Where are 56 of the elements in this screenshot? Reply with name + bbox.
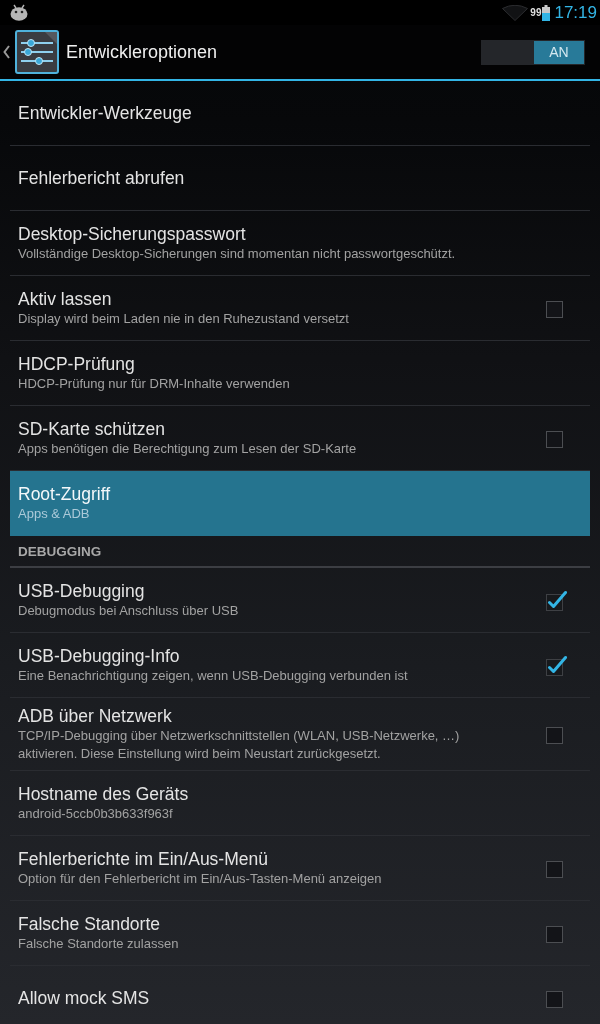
row-summary: TCP/IP-Debugging über Netzwerkschnittstellen (WLAN, USB-Netzwerke, …) aktivieren. Diese Einstellung wird beim Neustart zurückgesetzt. [18,727,461,763]
row-title: SD-Karte schützen [18,418,166,440]
row-summary: android-5ccb0b3b633f963f [18,805,174,823]
checkbox[interactable] [545,654,567,676]
toggle-switch[interactable]: AN [481,39,585,65]
row-title: Entwickler-Werkzeuge [18,102,193,124]
settings-row[interactable]: USB-Debugging Debugmodus bei Anschluss über USB [10,568,590,633]
settings-row[interactable]: Allow mock SMS [10,966,590,1024]
row-title: USB-Debugging [18,580,146,602]
row-summary: HDCP-Prüfung nur für DRM-Inhalte verwenden [18,375,291,393]
settings-row[interactable]: Fehlerbericht abrufen [10,146,590,211]
settings-row[interactable]: Fehlerberichte im Ein/Aus-Menü Option für den Fehlerbericht im Ein/Aus-Tasten-Menü anzeigen [10,836,590,901]
back-caret-icon[interactable] [3,45,10,59]
row-title: USB-Debugging-Info [18,645,181,667]
row-title: ADB über Netzwerk [18,705,173,727]
row-summary: Display wird beim Laden nie in den Ruhezustand versetzt [18,310,350,328]
checkbox[interactable] [546,861,563,878]
row-summary: Vollständige Desktop-Sicherungen sind momentan nicht passwortgeschützt. [18,245,457,263]
settings-row[interactable]: Root-Zugriff Apps & ADB [10,471,590,536]
battery-icon [542,4,551,21]
row-title: Fehlerbericht abrufen [18,167,186,189]
wifi-icon [502,4,529,21]
settings-row[interactable]: Desktop-Sicherungspasswort Vollständige Desktop-Sicherungen sind momentan nicht passwortgeschützt. [10,211,590,276]
checkbox[interactable] [546,926,563,943]
row-summary: Apps benötigen die Berechtigung zum Lesen der SD-Karte [18,440,358,458]
settings-row[interactable]: Aktiv lassen Display wird beim Laden nie in den Ruhezustand versetzt [10,276,590,341]
row-title: Hostname des Geräts [18,783,190,805]
row-title: Falsche Standorte [18,913,162,935]
checkbox[interactable] [546,991,563,1008]
row-title: Desktop-Sicherungspasswort [18,223,247,245]
settings-row[interactable]: Hostname des Geräts android-5ccb0b3b633f963f [10,771,590,836]
row-summary: Eine Benachrichtigung zeigen, wenn USB-Debugging verbunden ist [18,667,409,685]
row-summary: Apps & ADB [18,505,91,523]
checkbox[interactable] [546,431,563,448]
screen-title: Entwickleroptionen [66,41,218,63]
checkbox[interactable] [546,301,563,318]
settings-row[interactable]: ADB über Netzwerk TCP/IP-Debugging über Netzwerkschnittstellen (WLAN, USB-Netzwerke, …) aktivieren. Diese Einstellung wird beim Neustart zurückgesetzt. [10,698,590,771]
robot-icon [10,4,28,21]
row-title: Root-Zugriff [18,483,112,505]
row-title: Allow mock SMS [18,987,151,1009]
row-summary: Option für den Fehlerbericht im Ein/Aus-Tasten-Menü anzeigen [18,870,383,888]
status-time: 17:19 [554,2,597,23]
row-title: Fehlerberichte im Ein/Aus-Menü [18,848,269,870]
row-title: Aktiv lassen [18,288,113,310]
settings-row[interactable]: Falsche Standorte Falsche Standorte zulassen [10,901,590,966]
sliders-icon[interactable] [15,30,59,74]
checkbox[interactable] [546,727,563,744]
battery-percentage: 99 [530,6,542,19]
row-summary: Falsche Standorte zulassen [18,935,180,953]
checkbox[interactable] [545,589,567,611]
settings-row[interactable]: USB-Debugging-Info Eine Benachrichtigung zeigen, wenn USB-Debugging verbunden ist [10,633,590,698]
row-summary: Debugmodus bei Anschluss über USB [18,602,240,620]
settings-row[interactable]: Entwickler-Werkzeuge [10,81,590,146]
row-title: HDCP-Prüfung [18,353,136,375]
section-header: DEBUGGING [10,536,590,568]
settings-row[interactable]: HDCP-Prüfung HDCP-Prüfung nur für DRM-Inhalte verwenden [10,341,590,406]
